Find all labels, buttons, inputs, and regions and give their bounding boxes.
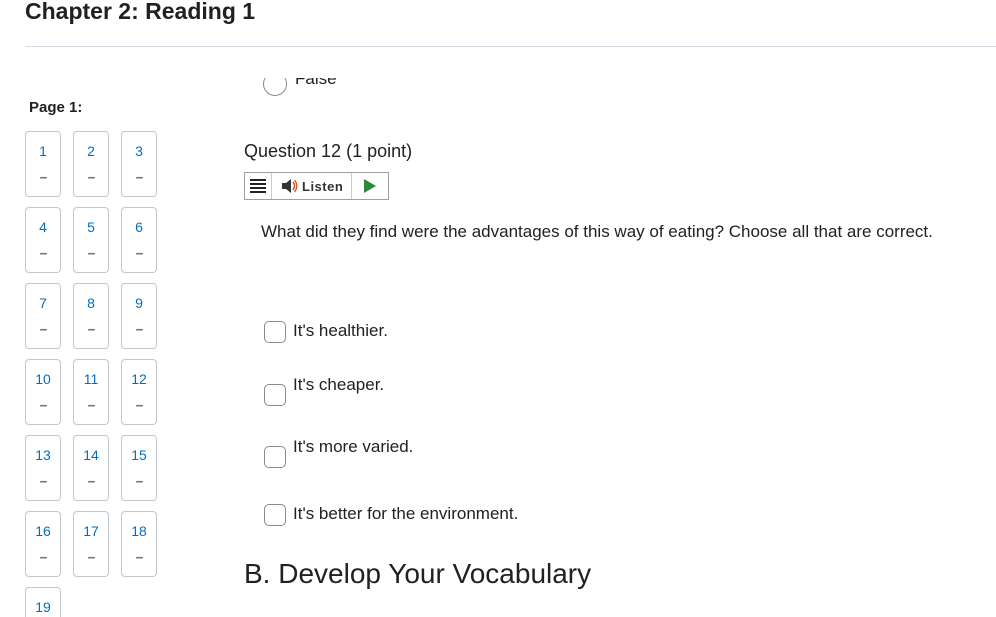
question-nav-tile[interactable]: 8 -- <box>73 283 109 349</box>
question-nav-number: 17 <box>83 523 99 539</box>
play-icon <box>364 179 377 193</box>
answer-checkbox[interactable] <box>264 384 286 406</box>
chapter-title: Chapter 2: Reading 1 <box>25 0 256 24</box>
question-nav-status: -- <box>135 549 144 564</box>
question-nav-tile[interactable]: 5 -- <box>73 207 109 273</box>
answer-checkbox[interactable] <box>264 446 286 468</box>
listen-toolbar: Listen <box>244 172 390 200</box>
quiz-page: Chapter 2: Reading 1 Page 1: 1 -- 2 -- 3 -- 4 -… <box>0 0 996 617</box>
question-number: Question 12 <box>244 141 342 161</box>
question-nav-number: 12 <box>131 371 147 387</box>
question-nav-tile[interactable]: 6 -- <box>121 207 157 273</box>
question-nav-tile[interactable]: 19 <box>25 587 61 617</box>
radio-button[interactable] <box>263 78 287 96</box>
question-nav-status: -- <box>135 245 144 260</box>
question-nav-tile[interactable]: 18 -- <box>121 511 157 577</box>
question-nav-status: -- <box>87 321 96 336</box>
question-nav-status: -- <box>87 549 96 564</box>
answer-option-label: It's healthier. <box>293 321 388 340</box>
answer-option-1[interactable]: It's healthier. <box>264 321 388 343</box>
answer-option-4[interactable]: It's better for the environment. <box>264 504 518 526</box>
question-nav-tile[interactable]: 7 -- <box>25 283 61 349</box>
question-nav-status: -- <box>39 549 48 564</box>
header-divider <box>25 46 996 47</box>
answer-option-label: It's better for the environment. <box>293 504 519 523</box>
question-nav-number: 15 <box>131 447 147 463</box>
question-nav-number: 18 <box>131 523 147 539</box>
question-nav-number: 4 <box>39 219 47 235</box>
question-nav-status: -- <box>39 321 48 336</box>
question-nav-tile[interactable]: 1 -- <box>25 131 61 197</box>
question-nav-tile[interactable]: 14 -- <box>73 435 109 501</box>
section-heading: B. Develop Your Vocabulary <box>244 558 592 589</box>
question-nav-tile[interactable]: 11 -- <box>73 359 109 425</box>
question-title: Question 12 (1 point) <box>244 141 412 162</box>
question-nav-number: 16 <box>35 523 51 539</box>
question-nav-status: -- <box>135 321 144 336</box>
question-nav-status: -- <box>87 245 96 260</box>
question-nav-status: -- <box>87 473 96 488</box>
hamburger-menu-icon[interactable] <box>245 173 272 199</box>
question-nav-number: 14 <box>83 447 99 463</box>
question-nav-status: -- <box>135 397 144 412</box>
page-label: Page 1: <box>29 99 83 116</box>
question-nav-tile[interactable]: 3 -- <box>121 131 157 197</box>
question-prompt: What did they find were the advantages o… <box>261 222 933 241</box>
question-nav-tile[interactable]: 17 -- <box>73 511 109 577</box>
question-nav-number: 3 <box>135 143 143 159</box>
question-nav-status: -- <box>39 245 48 260</box>
previous-question-last-option[interactable]: False <box>263 78 483 102</box>
question-nav-status: -- <box>39 169 48 184</box>
question-nav-status: -- <box>135 473 144 488</box>
question-nav-tile[interactable]: 9 -- <box>121 283 157 349</box>
question-nav-tile[interactable]: 4 -- <box>25 207 61 273</box>
question-nav-number: 8 <box>87 295 95 311</box>
speaker-icon <box>282 179 298 193</box>
question-nav-number: 9 <box>135 295 143 311</box>
question-nav-number: 6 <box>135 219 143 235</box>
listen-label: Listen <box>302 178 344 194</box>
answer-option-label: It's cheaper. <box>293 375 385 394</box>
question-nav-tile[interactable]: 12 -- <box>121 359 157 425</box>
question-nav-number: 13 <box>35 447 51 463</box>
question-nav-tile[interactable]: 10 -- <box>25 359 61 425</box>
question-nav-tile[interactable]: 15 -- <box>121 435 157 501</box>
listen-button[interactable]: Listen <box>272 173 353 199</box>
question-nav-tile[interactable]: 13 -- <box>25 435 61 501</box>
question-nav-number: 11 <box>83 371 99 387</box>
question-nav-number: 1 <box>39 143 47 159</box>
question-nav-number: 10 <box>35 371 51 387</box>
question-nav-status: -- <box>39 473 48 488</box>
question-nav-number: 19 <box>35 599 51 615</box>
question-nav-number: 5 <box>87 219 95 235</box>
answer-option-label: It's more varied. <box>293 437 414 456</box>
question-nav-tile[interactable]: 2 -- <box>73 131 109 197</box>
question-nav-tile[interactable]: 16 -- <box>25 511 61 577</box>
answer-option-2[interactable]: It's cheaper. <box>264 375 384 406</box>
question-navigation-grid: 1 -- 2 -- 3 -- 4 -- 5 -- 6 -- 7 -- 8 -- 9 -- 10 -- 11 -- 12 -- 1… <box>25 131 165 617</box>
question-nav-status: -- <box>87 397 96 412</box>
play-button[interactable] <box>352 173 388 199</box>
question-nav-status: -- <box>135 169 144 184</box>
option-label: False <box>295 78 337 88</box>
question-nav-number: 2 <box>87 143 95 159</box>
question-nav-number: 7 <box>39 295 47 311</box>
answer-checkbox[interactable] <box>264 321 286 343</box>
question-points: (1 point) <box>346 141 413 161</box>
question-nav-status: -- <box>39 397 48 412</box>
answer-checkbox[interactable] <box>264 504 286 526</box>
answer-option-3[interactable]: It's more varied. <box>264 437 413 468</box>
question-nav-status: -- <box>87 169 96 184</box>
